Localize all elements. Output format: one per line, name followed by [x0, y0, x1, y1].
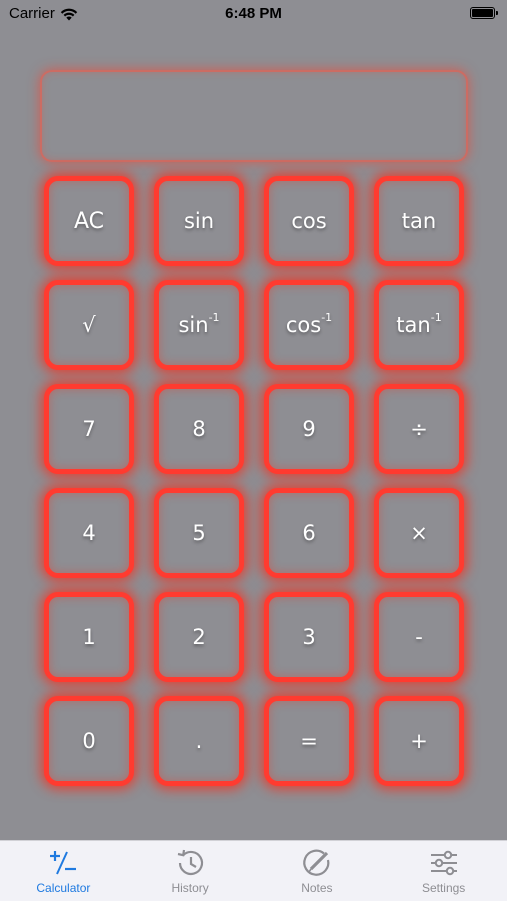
clear-button[interactable]: AC — [44, 176, 134, 266]
key-label: × — [410, 521, 428, 545]
digit-1-button[interactable]: 1 — [44, 592, 134, 682]
key-label: AC — [73, 208, 105, 234]
tab-notes[interactable]: Notes — [254, 841, 381, 901]
tab-history[interactable]: History — [127, 841, 254, 901]
digit-3-button[interactable]: 3 — [264, 592, 354, 682]
cos-button[interactable]: cos — [264, 176, 354, 266]
plus-minus-icon — [50, 851, 77, 875]
key-label: 6 — [302, 521, 316, 545]
sqrt-button[interactable]: √ — [44, 280, 134, 370]
add-button[interactable]: + — [374, 696, 464, 786]
calculator-display — [40, 70, 468, 162]
subtract-button[interactable]: - — [374, 592, 464, 682]
key-label: 8 — [192, 417, 206, 441]
key-label: 5 — [192, 521, 206, 545]
tab-label: History — [171, 881, 209, 895]
digit-8-button[interactable]: 8 — [154, 384, 244, 474]
key-superscript: -1 — [321, 310, 333, 324]
tab-label: Notes — [301, 881, 333, 895]
key-superscript: -1 — [430, 310, 442, 324]
tab-calculator[interactable]: Calculator — [0, 841, 127, 901]
status-bar: Carrier 6:48 PM — [0, 0, 507, 30]
key-label: 4 — [82, 521, 96, 545]
tab-bar: Calculator History Notes Settings — [0, 840, 507, 901]
history-clock-icon — [177, 849, 204, 876]
arcsin-button[interactable]: sin -1 — [154, 280, 244, 370]
battery-icon — [470, 7, 498, 19]
digit-4-button[interactable]: 4 — [44, 488, 134, 578]
tab-label: Calculator — [36, 881, 91, 895]
decimal-button[interactable]: . — [154, 696, 244, 786]
key-label: tan — [396, 313, 431, 337]
digit-2-button[interactable]: 2 — [154, 592, 244, 682]
pen-circle-icon — [303, 849, 330, 876]
key-label: = — [300, 729, 318, 753]
key-label: 0 — [82, 729, 96, 753]
key-superscript: -1 — [208, 310, 220, 324]
digit-9-button[interactable]: 9 — [264, 384, 354, 474]
digit-0-button[interactable]: 0 — [44, 696, 134, 786]
status-time: 6:48 PM — [225, 5, 282, 22]
key-label: ÷ — [410, 417, 428, 441]
digit-7-button[interactable]: 7 — [44, 384, 134, 474]
divide-button[interactable]: ÷ — [374, 384, 464, 474]
key-label: 2 — [192, 625, 206, 649]
key-label: tan — [401, 209, 437, 233]
tan-button[interactable]: tan — [374, 176, 464, 266]
tab-label: Settings — [421, 881, 466, 895]
key-label: cos — [291, 209, 327, 233]
key-label: 7 — [82, 417, 96, 441]
arccos-button[interactable]: cos -1 — [264, 280, 354, 370]
tab-settings[interactable]: Settings — [380, 841, 507, 901]
key-label: 3 — [302, 625, 316, 649]
multiply-button[interactable]: × — [374, 488, 464, 578]
key-label: 9 — [302, 417, 316, 441]
key-label: 1 — [82, 625, 96, 649]
key-label: sin — [178, 313, 209, 337]
equals-button[interactable]: = — [264, 696, 354, 786]
digit-6-button[interactable]: 6 — [264, 488, 354, 578]
key-label: + — [410, 729, 428, 753]
key-label: . — [195, 729, 203, 753]
keypad: AC sin cos tan √ sin -1 cos -1 tan -1 7 8 9… — [44, 176, 464, 786]
key-label: √ — [82, 313, 96, 337]
sliders-icon — [430, 850, 457, 876]
sin-button[interactable]: sin — [154, 176, 244, 266]
key-label: sin — [183, 209, 215, 233]
key-label: cos — [285, 313, 322, 337]
digit-5-button[interactable]: 5 — [154, 488, 244, 578]
arctan-button[interactable]: tan -1 — [374, 280, 464, 370]
key-label: - — [415, 625, 423, 649]
